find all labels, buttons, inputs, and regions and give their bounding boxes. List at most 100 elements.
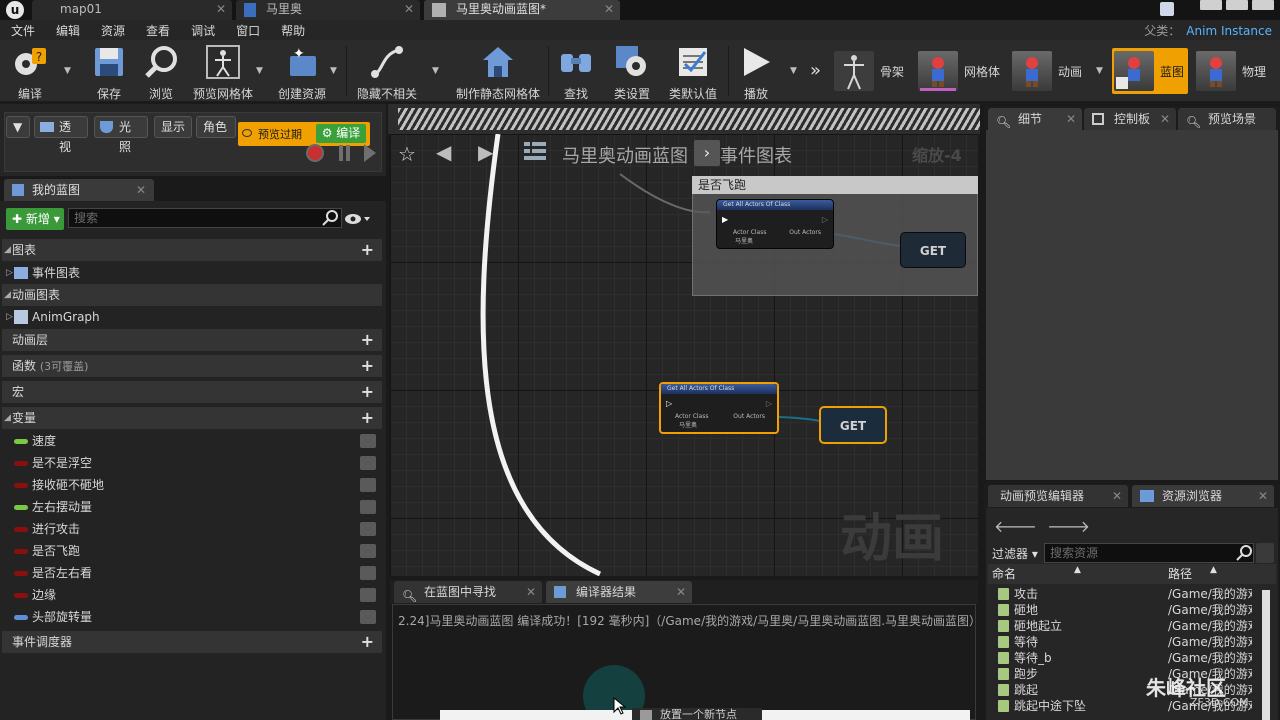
get-all-actors-node-selected[interactable]: Get All Actors Of Class ▷ ▷ Actor Class … bbox=[659, 382, 779, 434]
visibility-toggle-icon[interactable] bbox=[360, 544, 376, 558]
breadcrumb-blueprint[interactable]: 马里奥动画蓝图 bbox=[562, 142, 688, 168]
section-anim-graphs[interactable]: ◢ 动画图表 bbox=[2, 284, 382, 306]
animation-mode-dropdown[interactable]: ▼ bbox=[1096, 66, 1103, 76]
section-event-dispatchers[interactable]: 事件调度器 + bbox=[2, 631, 382, 653]
column-path[interactable]: 路径 bbox=[1168, 564, 1192, 584]
mode-blueprint[interactable]: 蓝图 bbox=[1112, 48, 1189, 94]
toolbar-overflow-button[interactable]: » bbox=[810, 60, 821, 81]
close-window-button[interactable] bbox=[1252, 0, 1274, 10]
variable-item[interactable]: 头部旋转量 bbox=[2, 606, 382, 628]
graph-item-event-graph[interactable]: ▷ 事件图表 bbox=[2, 262, 382, 284]
close-icon[interactable]: ✕ bbox=[1112, 485, 1122, 507]
asset-row[interactable]: 砸地/Game/我的游戏 bbox=[988, 602, 1258, 618]
close-icon[interactable]: ✕ bbox=[216, 0, 226, 18]
graph-item-animgraph[interactable]: ▷ AnimGraph bbox=[2, 306, 382, 328]
minimize-button[interactable] bbox=[1200, 0, 1222, 10]
blueprint-search-input[interactable]: 搜索 bbox=[68, 208, 342, 228]
menu-help[interactable]: 帮助 bbox=[270, 22, 315, 39]
create-asset-dropdown[interactable]: ▼ bbox=[330, 66, 337, 76]
add-new-button[interactable]: ✚ 新增 ▾ bbox=[6, 208, 64, 230]
close-icon[interactable]: ✕ bbox=[526, 581, 536, 603]
variable-item[interactable]: 是否飞跑 bbox=[2, 540, 382, 562]
create-asset-button[interactable]: ✦ 创建资源 bbox=[274, 42, 330, 101]
preview-mesh-dropdown[interactable]: ▼ bbox=[256, 66, 263, 76]
get-all-actors-node[interactable]: Get All Actors Of Class ▶ ▷ Actor Class … bbox=[716, 199, 834, 249]
tab-anim-preview-editor[interactable]: 动画预览编辑器 ✕ bbox=[988, 485, 1128, 507]
tab-details[interactable]: 🔍︎ 细节 ✕ bbox=[988, 108, 1082, 130]
asset-row[interactable]: 攻击/Game/我的游戏 bbox=[988, 586, 1258, 602]
hide-unrelated-button[interactable]: 隐藏不相关 bbox=[354, 42, 420, 101]
notification-icon[interactable] bbox=[1160, 2, 1174, 16]
compile-button[interactable]: ? 编译 bbox=[4, 42, 56, 101]
maximize-button[interactable] bbox=[1226, 0, 1248, 10]
variable-item[interactable]: 是不是浮空 bbox=[2, 452, 382, 474]
tab-find-in-blueprint[interactable]: 🔍︎ 在蓝图中寻找 ✕ bbox=[394, 581, 542, 603]
tab-palette[interactable]: 控制板 ✕ bbox=[1084, 108, 1176, 130]
variable-item[interactable]: 边缘 bbox=[2, 584, 382, 606]
hide-unrelated-dropdown[interactable]: ▼ bbox=[432, 66, 439, 76]
actor-class-value[interactable]: 马里奥 bbox=[679, 420, 697, 429]
tab-mario[interactable]: 马里奥 ✕ bbox=[236, 0, 420, 20]
variable-item[interactable]: 速度 bbox=[2, 430, 382, 452]
add-graph-button[interactable]: + bbox=[361, 239, 374, 261]
add-variable-button[interactable]: + bbox=[361, 407, 374, 429]
exec-out-pin-icon[interactable]: ▷ bbox=[822, 215, 828, 224]
mode-physics[interactable]: 物理 bbox=[1196, 48, 1266, 94]
perspective-button[interactable]: 透视 bbox=[34, 116, 88, 154]
make-static-mesh-button[interactable]: 制作静态网格体 bbox=[454, 42, 542, 101]
exec-out-pin-icon[interactable]: ▷ bbox=[766, 399, 772, 408]
visibility-toggle-icon[interactable] bbox=[360, 478, 376, 492]
parent-class-link[interactable]: Anim Instance bbox=[1186, 24, 1272, 38]
section-variables[interactable]: ◢ 变量 + bbox=[2, 407, 382, 429]
back-arrow-icon[interactable]: ◀ bbox=[436, 140, 451, 164]
save-button[interactable]: 保存 bbox=[86, 42, 132, 101]
visibility-toggle-icon[interactable] bbox=[360, 434, 376, 448]
pause-button[interactable] bbox=[336, 144, 354, 162]
find-button[interactable]: 查找 bbox=[554, 42, 598, 101]
tab-content-browser[interactable]: 资源浏览器 ✕ bbox=[1132, 485, 1274, 507]
exec-pin-icon[interactable]: ▷ bbox=[666, 399, 672, 408]
menu-window[interactable]: 窗口 bbox=[225, 22, 270, 39]
class-defaults-button[interactable]: 类默认值 bbox=[664, 42, 722, 101]
step-forward-button[interactable] bbox=[364, 144, 376, 162]
close-icon[interactable]: ✕ bbox=[676, 581, 686, 603]
menu-edit[interactable]: 编辑 bbox=[45, 22, 90, 39]
close-icon[interactable]: ✕ bbox=[1066, 108, 1076, 130]
character-button[interactable]: 角色 bbox=[196, 116, 236, 138]
close-icon[interactable]: ✕ bbox=[1160, 108, 1170, 130]
asset-row[interactable]: 等待/Game/我的游戏 bbox=[988, 634, 1258, 650]
close-icon[interactable]: ✕ bbox=[604, 0, 614, 18]
menu-debug[interactable]: 调试 bbox=[180, 22, 225, 39]
section-graphs[interactable]: ◢ 图表 + bbox=[2, 239, 382, 261]
variable-item[interactable]: 接收砸不砸地 bbox=[2, 474, 382, 496]
compile-options-dropdown[interactable]: ▼ bbox=[64, 66, 71, 76]
add-macro-button[interactable]: + bbox=[361, 381, 374, 403]
record-button[interactable] bbox=[306, 144, 324, 162]
class-settings-button[interactable]: 类设置 bbox=[606, 42, 658, 101]
close-icon[interactable]: ✕ bbox=[136, 179, 146, 201]
add-event-dispatcher-button[interactable]: + bbox=[361, 631, 374, 653]
user-filter-icon[interactable] bbox=[1256, 543, 1274, 563]
tab-preview-scene[interactable]: 🔍︎ 预览场景 bbox=[1178, 108, 1276, 130]
preview-mesh-button[interactable]: 预览网格体 bbox=[190, 42, 256, 101]
menu-view[interactable]: 查看 bbox=[135, 22, 180, 39]
viewport-options-button[interactable]: ▼ bbox=[6, 116, 30, 138]
asset-list-scrollbar[interactable] bbox=[1262, 590, 1270, 720]
back-arrow-icon[interactable]: 🡐 bbox=[994, 517, 1037, 536]
visibility-toggle-icon[interactable] bbox=[360, 566, 376, 580]
variable-item[interactable]: 左右摆动量 bbox=[2, 496, 382, 518]
play-options-dropdown[interactable]: ▼ bbox=[790, 66, 797, 76]
tab-mario-anim-blueprint[interactable]: 马里奥动画蓝图* ✕ bbox=[424, 0, 620, 20]
close-icon[interactable]: ✕ bbox=[404, 0, 414, 18]
browse-button[interactable]: 浏览 bbox=[138, 42, 184, 101]
column-name[interactable]: 命名 bbox=[992, 564, 1016, 584]
add-function-button[interactable]: + bbox=[361, 355, 374, 377]
tab-my-blueprint[interactable]: 我的蓝图 ✕ bbox=[4, 179, 154, 201]
place-node-tooltip[interactable]: 放置一个新节点 bbox=[632, 708, 762, 720]
asset-row[interactable]: 等待_b/Game/我的游戏 bbox=[988, 650, 1258, 666]
view-options-icon[interactable] bbox=[344, 212, 370, 226]
visibility-toggle-icon[interactable] bbox=[360, 522, 376, 536]
visibility-toggle-icon[interactable] bbox=[360, 588, 376, 602]
section-anim-layers[interactable]: 动画层 + bbox=[2, 329, 382, 351]
visibility-toggle-icon[interactable] bbox=[360, 500, 376, 514]
